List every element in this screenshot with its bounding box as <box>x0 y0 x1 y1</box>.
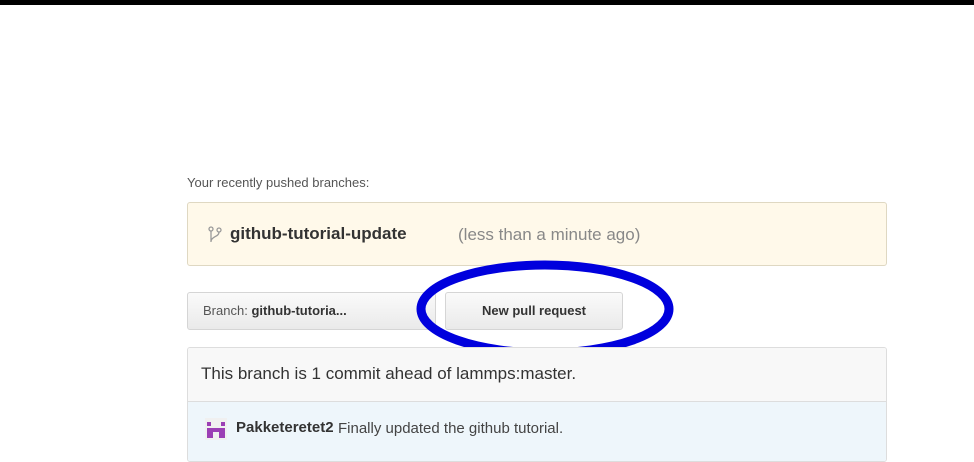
recent-branch-link[interactable]: github-tutorial-update <box>230 224 407 244</box>
branch-select-button[interactable]: Branch: github-tutoria... <box>187 292 436 330</box>
branch-icon <box>208 226 222 242</box>
branch-name: github-tutoria... <box>251 303 347 318</box>
avatar[interactable] <box>205 418 227 440</box>
compare-summary: This branch is 1 commit ahead of lammps:… <box>188 348 886 402</box>
new-pull-request-button[interactable]: New pull request <box>445 292 623 330</box>
branch-prefix: Branch: <box>203 303 248 318</box>
recent-push-notice: github-tutorial-update (less than a minu… <box>187 202 887 266</box>
commit-message-link[interactable]: Finally updated the github tutorial. <box>338 420 563 437</box>
commit-author-link[interactable]: Pakketeretet2 <box>236 419 334 436</box>
commit-row: Pakketeretet2 Finally updated the github… <box>188 402 886 461</box>
recent-push-time: (less than a minute ago) <box>458 225 641 244</box>
ahead-status-text: This branch is 1 commit ahead of lammps:… <box>201 364 577 383</box>
recent-branches-label: Your recently pushed branches: <box>187 175 370 190</box>
top-bar <box>0 0 974 5</box>
branch-compare-panel: This branch is 1 commit ahead of lammps:… <box>187 347 887 462</box>
